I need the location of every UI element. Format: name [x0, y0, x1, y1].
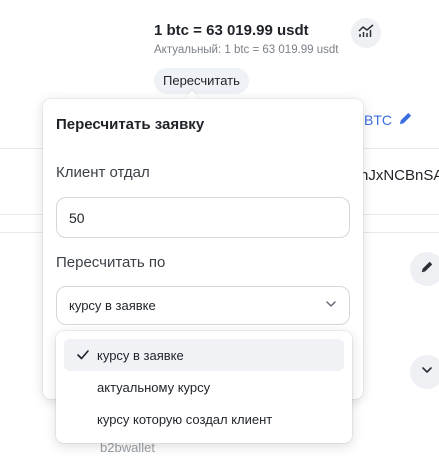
recalculate-button[interactable]: Пересчитать	[154, 68, 249, 94]
currency-label: BTC	[364, 112, 392, 128]
select-value: курсу в заявке	[69, 298, 156, 313]
chart-trend-icon	[358, 23, 374, 43]
expand-button[interactable]	[410, 355, 439, 389]
pencil-icon	[420, 260, 434, 279]
recalc-by-options: курсу в заявке актуальному курсу курсу к…	[56, 331, 352, 443]
option-label: курсу которую создал клиент	[97, 411, 273, 427]
option-label: курсу в заявке	[97, 347, 184, 363]
recalc-by-label: Пересчитать по	[56, 254, 166, 271]
check-icon	[76, 348, 90, 365]
edit-button[interactable]	[410, 252, 439, 286]
currency-edit-link[interactable]: BTC	[364, 111, 413, 129]
client-gave-label: Клиент отдал	[56, 164, 150, 181]
option-actual-rate[interactable]: актуальному курсу	[64, 371, 344, 403]
option-client-rate[interactable]: курсу которую создал клиент	[64, 403, 344, 435]
wallet-address: nJxNCBnSA	[360, 167, 439, 184]
pencil-icon	[398, 111, 413, 129]
recalc-by-select[interactable]: курсу в заявке	[56, 286, 350, 325]
rate-chart-button[interactable]	[351, 18, 381, 48]
option-order-rate[interactable]: курсу в заявке	[64, 339, 344, 371]
client-gave-input[interactable]	[56, 197, 350, 238]
option-label: актуальному курсу	[97, 379, 211, 395]
actual-rate: Актуальный: 1 btc = 63 019.99 usdt	[154, 44, 339, 56]
popover-title: Пересчитать заявку	[56, 116, 205, 133]
chevron-down-icon	[325, 298, 337, 313]
chevron-down-icon	[420, 363, 434, 382]
exchange-rate: 1 btc = 63 019.99 usdt	[154, 22, 309, 39]
